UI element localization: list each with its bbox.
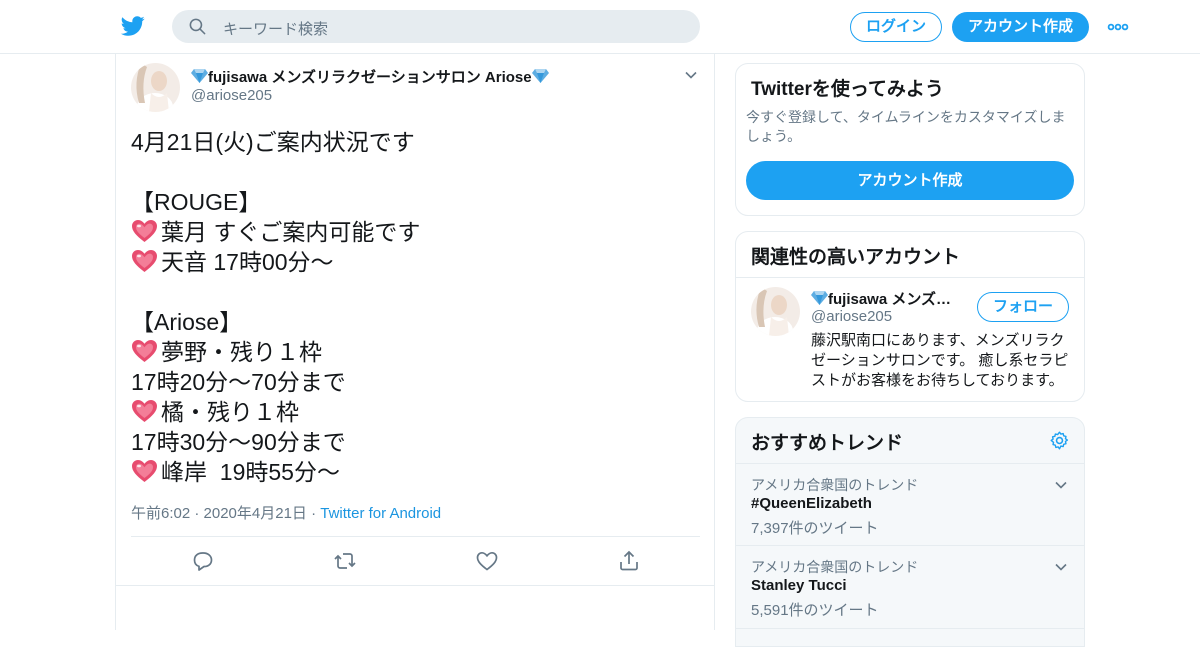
reply-icon[interactable] xyxy=(191,549,215,573)
tweet-line: 橘・残り１枠 xyxy=(131,397,701,427)
tweet-source-link[interactable]: Twitter for Android xyxy=(320,505,441,522)
divider xyxy=(116,585,714,586)
gear-icon[interactable] xyxy=(1049,430,1070,451)
chevron-down-icon[interactable] xyxy=(1054,560,1068,574)
tweet-line-text: 17時30分～90分まで xyxy=(131,429,346,455)
tweet-line: 4月21日(火)ご案内状況です xyxy=(131,127,701,157)
trend-tweet-count: 7,397件のツイート xyxy=(751,520,879,537)
tweet-line-text: 4月21日(火)ご案内状況です xyxy=(131,129,415,155)
divider xyxy=(131,536,700,537)
tweet-line-text: 葉月 すぐご案内可能です xyxy=(161,219,421,245)
related-accounts-title: 関連性の高いアカウント xyxy=(751,247,961,268)
tweet-line: 天音 17時00分～ xyxy=(131,247,701,277)
heart-emoji-icon xyxy=(132,250,157,272)
retweet-icon[interactable] xyxy=(333,549,357,573)
tweet-line-text: 17時20分～70分まで xyxy=(131,369,346,395)
tweet-line: 17時20分～70分まで xyxy=(131,367,701,397)
tweet-line-text: 天音 17時00分～ xyxy=(161,249,334,275)
like-icon[interactable] xyxy=(475,549,499,573)
heart-emoji-icon xyxy=(132,460,157,482)
heart-emoji-icon xyxy=(132,400,157,422)
trend-context: アメリカ合衆国のトレンド xyxy=(751,559,919,575)
search-input[interactable]: キーワード検索 xyxy=(223,18,328,39)
tweet-line xyxy=(131,157,701,187)
related-account-name-text: fujisawa メンズ… xyxy=(828,291,952,308)
follow-button[interactable]: フォロー xyxy=(977,292,1069,322)
avatar[interactable] xyxy=(751,287,800,336)
tweet-line-text: 【Ariose】 xyxy=(131,309,243,335)
related-accounts-card: 関連性の高いアカウント fujisawa メンズ… @ariose205 フォロ… xyxy=(735,231,1085,402)
tweet-line: 【ROUGE】 xyxy=(131,187,701,217)
trend-item[interactable]: アメリカ合衆国のトレンド #QueenElizabeth 7,397件のツイート xyxy=(736,464,1084,546)
gem-icon xyxy=(531,69,549,83)
search-box[interactable]: キーワード検索 xyxy=(172,10,700,43)
trend-name[interactable]: #QueenElizabeth xyxy=(751,495,872,512)
trends-title: おすすめトレンド xyxy=(751,433,904,454)
tweet-author-name[interactable]: fujisawa メンズリラクゼーションサロン Ariose xyxy=(191,66,549,87)
tweet-line-text: 峰岸 19時55分〜 xyxy=(161,459,340,485)
signup-card-description: 今すぐ登録して、タイムラインをカスタマイズしましょう。 xyxy=(746,109,1066,144)
heart-emoji-icon xyxy=(132,340,157,362)
gem-icon xyxy=(191,69,208,83)
tweet-line: 葉月 すぐご案内可能です xyxy=(131,217,701,247)
more-icon[interactable] xyxy=(1107,17,1129,37)
author-name-text: fujisawa メンズリラクゼーションサロン Ariose xyxy=(208,69,532,86)
related-account-name[interactable]: fujisawa メンズ… xyxy=(811,288,961,309)
top-navigation-bar: キーワード検索 ログイン アカウント作成 xyxy=(0,0,1200,54)
signup-card: Twitterを使ってみよう 今すぐ登録して、タイムラインをカスタマイズしましょ… xyxy=(735,63,1085,216)
signup-button[interactable]: アカウント作成 xyxy=(952,12,1089,42)
related-account-bio: 藤沢駅南口にあります、メンズリラクゼーションサロンです。 癒し系セラピストがお客… xyxy=(811,332,1069,389)
tweet-line-text: 夢野・残り１枠 xyxy=(161,339,322,365)
tweet-line xyxy=(131,277,701,307)
tweet-line: 【Ariose】 xyxy=(131,307,701,337)
search-icon xyxy=(189,18,206,35)
signup-card-title: Twitterを使ってみよう xyxy=(751,79,944,100)
chevron-down-icon[interactable] xyxy=(1054,478,1068,492)
create-account-button[interactable]: アカウント作成 xyxy=(746,161,1074,200)
tweet-detail: fujisawa メンズリラクゼーションサロン Ariose @ariose20… xyxy=(115,54,715,630)
tweet-line: 夢野・残り１枠 xyxy=(131,337,701,367)
timestamp-text[interactable]: 午前6:02 · 2020年4月21日 · xyxy=(131,505,320,522)
tweet-line: 17時30分～90分まで xyxy=(131,427,701,457)
trends-card: おすすめトレンド アメリカ合衆国のトレンド #QueenElizabeth 7,… xyxy=(735,417,1085,647)
divider xyxy=(736,277,1084,278)
avatar[interactable] xyxy=(131,63,180,112)
tweet-line: 峰岸 19時55分〜 xyxy=(131,457,701,487)
heart-emoji-icon xyxy=(132,220,157,242)
twitter-bird-icon[interactable] xyxy=(120,14,146,38)
tweet-author-handle[interactable]: @ariose205 xyxy=(191,87,272,104)
trend-tweet-count: 5,591件のツイート xyxy=(751,602,879,619)
share-icon[interactable] xyxy=(617,549,641,573)
trend-name[interactable]: Stanley Tucci xyxy=(751,577,847,594)
divider xyxy=(736,628,1084,629)
tweet-line-text: 【ROUGE】 xyxy=(131,189,262,215)
trend-context: アメリカ合衆国のトレンド xyxy=(751,477,919,493)
tweet-timestamp: 午前6:02 · 2020年4月21日 · Twitter for Androi… xyxy=(131,502,441,523)
related-account-handle[interactable]: @ariose205 xyxy=(811,308,892,325)
gem-icon xyxy=(811,291,828,305)
login-button[interactable]: ログイン xyxy=(850,12,942,42)
chevron-down-icon[interactable] xyxy=(684,68,698,82)
trend-item[interactable]: アメリカ合衆国のトレンド Stanley Tucci 5,591件のツイート xyxy=(736,546,1084,628)
tweet-line-text: 橘・残り１枠 xyxy=(161,399,299,425)
tweet-text: 4月21日(火)ご案内状況です 【ROUGE】葉月 すぐご案内可能です 天音 17時… xyxy=(131,127,701,487)
